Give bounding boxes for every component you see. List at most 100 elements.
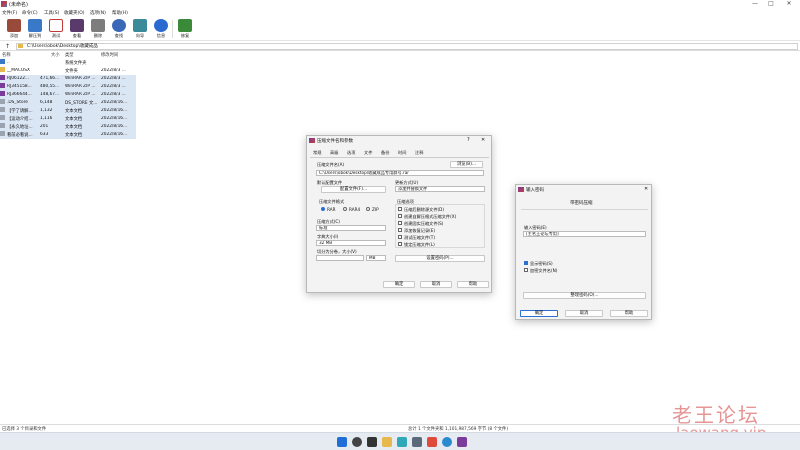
show-password-checkbox[interactable]	[524, 261, 528, 265]
task-view-icon[interactable]	[367, 437, 377, 447]
toolbar-add-button[interactable]: 添加	[4, 18, 24, 40]
chrome-icon[interactable]	[442, 437, 452, 447]
option-checkbox[interactable]	[398, 235, 402, 239]
winrar-app-icon	[309, 138, 315, 143]
maximize-button[interactable]: □	[764, 0, 778, 8]
file-row[interactable]: RJ345158... 480,55... WinRAR ZIP ... 2022/8…	[0, 83, 136, 91]
option-checkbox[interactable]	[398, 207, 402, 211]
file-type: WinRAR ZIP ...	[65, 76, 96, 81]
column-size[interactable]: 大小	[51, 52, 60, 58]
menu-tools[interactable]: 工具(S)	[44, 10, 59, 16]
menu-commands[interactable]: 命令(C)	[22, 10, 38, 16]
app-icon[interactable]	[427, 437, 437, 447]
split-unit-select[interactable]: MB	[366, 255, 386, 261]
menu-file[interactable]: 文件(F)	[2, 10, 17, 16]
file-row[interactable]: RJ06122... 471,66... WinRAR ZIP ... 2022/8/…	[0, 75, 136, 83]
file-type: DS_STORE 文...	[65, 101, 98, 106]
option-checkbox[interactable]	[398, 214, 402, 218]
tab-options[interactable]: 选项	[347, 150, 355, 156]
store-icon[interactable]	[412, 437, 422, 447]
find-icon	[112, 19, 126, 32]
file-modified: 2022/8/3 ...	[101, 92, 126, 97]
file-row[interactable]: 【永久地址... 201 文本文档 2022/8/16...	[0, 123, 136, 131]
file-row[interactable]: 【学了请解... 1,132 文本文档 2022/8/16...	[0, 107, 136, 115]
format-rar4-radio[interactable]	[343, 207, 347, 211]
up-arrow-icon[interactable]: ↑	[5, 43, 10, 50]
profiles-button[interactable]: 配置文件(F)...	[321, 186, 386, 193]
file-type: 文本文档	[65, 133, 83, 138]
option-checkbox[interactable]	[398, 242, 402, 246]
tab-comment[interactable]: 注释	[415, 150, 423, 156]
file-row[interactable]: .DS_Store 6,148 DS_STORE 文... 2022/8/16...	[0, 99, 136, 107]
split-size-field[interactable]	[316, 255, 364, 261]
option-label: 锁定压缩文件(L)	[404, 242, 435, 247]
format-rar-radio[interactable]	[321, 207, 325, 211]
toolbar-extract-button[interactable]: 解压到	[25, 18, 45, 40]
tab-files[interactable]: 文件	[364, 150, 372, 156]
password-help-button[interactable]: 帮助	[610, 310, 648, 317]
column-type[interactable]: 类型	[65, 52, 74, 58]
menu-help[interactable]: 帮助(H)	[112, 10, 128, 16]
menu-favorites[interactable]: 收藏夹(O)	[64, 10, 85, 16]
option-checkbox[interactable]	[398, 221, 402, 225]
winrar-app-icon	[1, 1, 7, 7]
edge-icon[interactable]	[397, 437, 407, 447]
option-label: 压缩后删除源文件(D)	[404, 207, 444, 212]
help-icon[interactable]: ?	[467, 137, 470, 143]
update-mode-select[interactable]: 添加并替换文件	[395, 186, 485, 192]
toolbar-repair-button[interactable]: 修复	[175, 18, 195, 40]
file-row[interactable]: 【运动介绍... 1,116 文本文档 2022/8/16...	[0, 115, 136, 123]
column-modified[interactable]: 修改时间	[101, 52, 118, 58]
file-row[interactable]: __MACOSX 文件夹 2022/8/3 ...	[0, 67, 136, 75]
winrar-taskbar-icon[interactable]	[457, 437, 467, 447]
file-size: 471,66...	[40, 76, 60, 81]
option-checkbox[interactable]	[398, 228, 402, 232]
format-rar4-label: RAR4	[349, 207, 361, 212]
toolbar-info-button[interactable]: 信息	[151, 18, 171, 40]
browse-button[interactable]: 浏览(B)...	[450, 161, 483, 168]
tab-general[interactable]: 常规	[313, 150, 321, 156]
archive-name-field[interactable]: C:\Users\obok\Desktop\收藏成品专用群号.rar	[316, 170, 484, 176]
tab-time[interactable]: 时间	[398, 150, 406, 156]
file-row[interactable]: .. 系统文件夹	[0, 59, 136, 67]
menu-options[interactable]: 选项(N)	[90, 10, 106, 16]
toolbar-delete-button[interactable]: 删除	[88, 18, 108, 40]
toolbar-wizard-button[interactable]: 向导	[130, 18, 150, 40]
toolbar-test-button[interactable]: 测试	[46, 18, 66, 40]
file-row[interactable]: 看前必看说... 633 文本文档 2022/8/16...	[0, 131, 136, 139]
ok-button[interactable]: 确定	[383, 281, 415, 288]
search-icon[interactable]	[352, 437, 362, 447]
organize-passwords-button[interactable]: 整理密码(O)...	[523, 292, 646, 299]
encrypt-names-checkbox[interactable]	[524, 268, 528, 272]
column-name[interactable]: 名称	[2, 52, 11, 58]
set-password-button[interactable]: 设置密码(P)...	[395, 255, 485, 262]
toolbar-find-button[interactable]: 查找	[109, 18, 129, 40]
password-dialog-title: 输入密码	[526, 188, 544, 193]
close-icon[interactable]: ✕	[481, 137, 485, 143]
password-cancel-button[interactable]: 取消	[565, 310, 603, 317]
file-explorer-icon[interactable]	[382, 437, 392, 447]
tab-backup[interactable]: 备份	[381, 150, 389, 156]
minimize-button[interactable]: —	[748, 0, 762, 8]
cancel-button[interactable]: 取消	[420, 281, 452, 288]
toolbar: 添加 解压到 测试 查看 删除 查找 向导 信息 修复	[0, 17, 800, 41]
password-ok-button[interactable]: 确定	[520, 310, 558, 317]
start-icon[interactable]	[337, 437, 347, 447]
help-button[interactable]: 帮助	[457, 281, 489, 288]
password-field[interactable]: [主名王论坛专用]	[523, 231, 646, 237]
tab-advanced[interactable]: 高级	[330, 150, 338, 156]
dict-size-select[interactable]: 32 MB	[316, 240, 386, 246]
file-type: 系统文件夹	[65, 61, 87, 66]
info-icon	[154, 19, 168, 32]
file-row[interactable]: RJ366644... 148,67... WinRAR ZIP ... 2022/8…	[0, 91, 136, 99]
format-zip-label: ZIP	[372, 207, 379, 212]
path-field[interactable]: C:\Users\obok\Desktop\收藏成品	[16, 43, 798, 50]
format-zip-radio[interactable]	[366, 207, 370, 211]
close-icon[interactable]: ✕	[644, 186, 648, 192]
toolbar-view-button[interactable]: 查看	[67, 18, 87, 40]
address-bar: ↑ C:\Users\obok\Desktop\收藏成品	[0, 42, 800, 51]
method-select[interactable]: 标准	[316, 225, 386, 231]
close-button[interactable]: ✕	[782, 0, 796, 8]
encrypt-names-label: 加密文件名(N)	[530, 268, 558, 273]
file-icon	[0, 115, 5, 120]
